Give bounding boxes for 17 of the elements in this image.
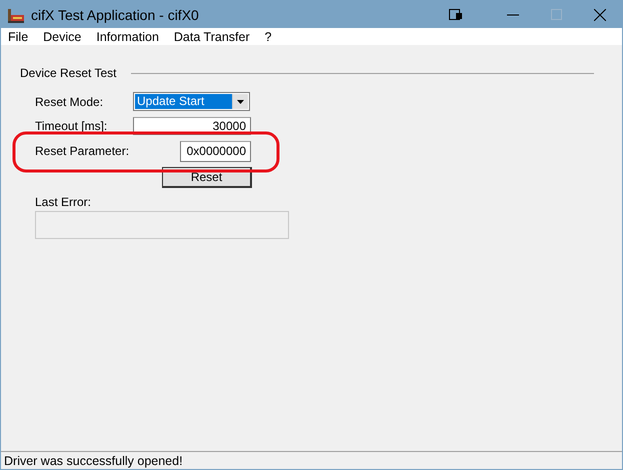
reset-mode-dropdown[interactable]: Update Start [133,92,250,111]
menu-item[interactable]: File [8,30,28,44]
menu-item[interactable]: Device [43,30,82,44]
app-icon [7,6,25,22]
window-icon[interactable] [449,8,463,20]
field-label: Last Error: [35,195,92,209]
field-label: Reset Mode: [35,94,104,108]
status-text: Driver was successfully opened! [4,454,183,468]
group-title: Device Reset Test [20,66,116,80]
dropdown-arrow-icon[interactable] [237,100,244,104]
menu-item[interactable]: ? [264,30,272,44]
window-title: cifX Test Application - cifX0 [31,6,199,22]
menu-item[interactable]: Data Transfer [174,30,250,44]
menu-item[interactable]: Information [96,30,159,44]
reset-parameter-field[interactable]: 0x0000000 [180,140,251,162]
close-icon[interactable] [594,8,606,20]
field-label: Reset Parameter: [35,144,130,158]
